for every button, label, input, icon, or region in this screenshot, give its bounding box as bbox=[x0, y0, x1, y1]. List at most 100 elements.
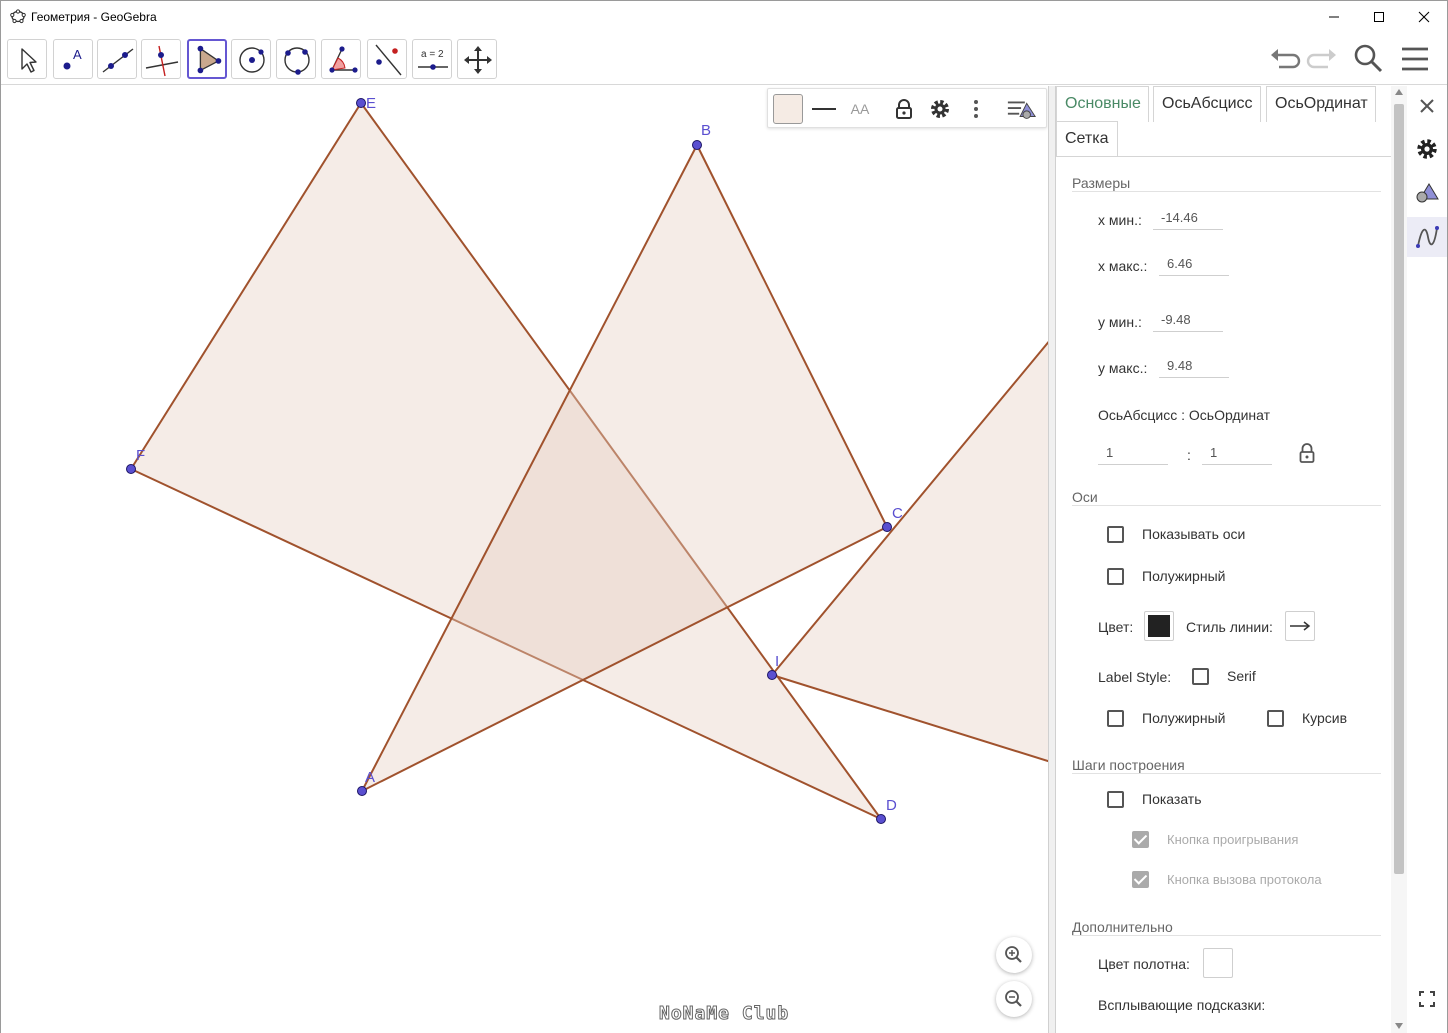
point-tool-button[interactable]: A bbox=[53, 39, 93, 79]
ymax-input[interactable]: 9.48 bbox=[1159, 354, 1229, 378]
close-properties-button[interactable] bbox=[1407, 86, 1447, 126]
label-bold-checkbox[interactable] bbox=[1107, 710, 1124, 727]
algebra-properties-button[interactable] bbox=[1407, 217, 1447, 257]
play-button-label: Кнопка проигрывания bbox=[1167, 832, 1299, 847]
point-label-D[interactable]: D bbox=[886, 797, 897, 814]
global-settings-button[interactable] bbox=[1407, 129, 1447, 169]
graphics-view-icon bbox=[1416, 183, 1439, 203]
perpendicular-tool-button[interactable] bbox=[141, 39, 181, 79]
xmax-input[interactable]: 6.46 bbox=[1159, 252, 1229, 276]
minimize-icon bbox=[1329, 16, 1339, 18]
italic-checkbox[interactable] bbox=[1267, 710, 1284, 727]
properties-scrollbar[interactable] bbox=[1391, 86, 1407, 1033]
fullscreen-icon bbox=[1419, 991, 1435, 1007]
graphics-properties-button[interactable] bbox=[1407, 173, 1447, 213]
tab-y-axis[interactable]: ОсьОрдинат bbox=[1266, 86, 1376, 122]
maximize-button[interactable] bbox=[1356, 1, 1402, 33]
point-A[interactable] bbox=[357, 786, 367, 796]
redo-button[interactable] bbox=[1304, 41, 1340, 77]
section-dimensions-title: Размеры bbox=[1072, 175, 1131, 191]
text-size-button[interactable]: AA bbox=[844, 93, 876, 125]
geogebra-window: Геометрия - GeoGebra A a = 2 E B F C I A… bbox=[0, 0, 1448, 1033]
point-label-I[interactable]: I bbox=[775, 653, 779, 670]
fullscreen-button[interactable] bbox=[1407, 979, 1447, 1019]
title-bar: Геометрия - GeoGebra bbox=[1, 1, 1447, 33]
zoom-out-button[interactable] bbox=[996, 981, 1032, 1017]
zoom-out-icon bbox=[1005, 990, 1022, 1007]
angle-tool-button[interactable] bbox=[321, 39, 361, 79]
graphics-settings-button[interactable] bbox=[924, 93, 956, 125]
xmin-label: x мин.: bbox=[1098, 212, 1142, 228]
minimize-button[interactable] bbox=[1311, 1, 1357, 33]
search-button[interactable] bbox=[1350, 41, 1386, 77]
line-tool-button[interactable] bbox=[97, 39, 137, 79]
redo-icon bbox=[1306, 49, 1336, 69]
serif-checkbox[interactable] bbox=[1192, 668, 1209, 685]
move-graphics-tool-button[interactable] bbox=[457, 39, 497, 79]
line-style-button[interactable] bbox=[808, 93, 840, 125]
point-label-E[interactable]: E bbox=[366, 95, 376, 112]
fill-color-button[interactable] bbox=[772, 93, 804, 125]
close-window-button[interactable] bbox=[1401, 1, 1447, 33]
show-construction-label: Показать bbox=[1142, 791, 1202, 807]
point-E[interactable] bbox=[356, 98, 366, 108]
show-construction-checkbox[interactable] bbox=[1107, 791, 1124, 808]
circle-tool-button[interactable] bbox=[231, 39, 271, 79]
fill-color-swatch bbox=[773, 94, 803, 124]
toggle-style-bar-button[interactable] bbox=[1006, 93, 1038, 125]
zoom-in-button[interactable] bbox=[996, 937, 1032, 973]
axes-color-button[interactable] bbox=[1144, 611, 1174, 641]
scrollbar-thumb[interactable] bbox=[1394, 104, 1404, 874]
angle-icon bbox=[329, 46, 358, 73]
move-tool-button[interactable] bbox=[7, 39, 47, 79]
xmin-input[interactable]: -14.46 bbox=[1153, 206, 1223, 230]
ratio-x-input[interactable]: 1 bbox=[1098, 441, 1168, 465]
point-B[interactable] bbox=[692, 140, 702, 150]
bg-color-button[interactable] bbox=[1203, 948, 1233, 978]
lock-button[interactable] bbox=[888, 93, 920, 125]
line-style-icon bbox=[812, 108, 836, 110]
point-label-F[interactable]: F bbox=[136, 447, 145, 464]
section-axes-title: Оси bbox=[1072, 489, 1098, 505]
point-D[interactable] bbox=[876, 814, 886, 824]
point-label-B[interactable]: B bbox=[701, 122, 711, 139]
polygons bbox=[130, 102, 1048, 820]
slider-tool-button[interactable]: a = 2 bbox=[412, 39, 452, 79]
scroll-up-icon[interactable] bbox=[1394, 88, 1404, 96]
point-F[interactable] bbox=[126, 464, 136, 474]
ratio-lock-icon[interactable] bbox=[1297, 442, 1317, 464]
undo-button[interactable] bbox=[1267, 41, 1303, 77]
graphics-view[interactable]: E B F C I A D AA NoNaMe Club bbox=[1, 86, 1048, 1033]
more-options-button[interactable] bbox=[960, 93, 992, 125]
circle-center-point-icon bbox=[239, 47, 265, 73]
ymin-input[interactable]: -9.48 bbox=[1153, 308, 1223, 332]
watermark: NoNaMe Club bbox=[658, 1003, 790, 1025]
point-I[interactable] bbox=[767, 670, 777, 680]
tab-grid[interactable]: Сетка bbox=[1056, 121, 1118, 157]
tab-x-axis[interactable]: ОсьАбсцисс bbox=[1153, 86, 1261, 122]
ratio-y-input[interactable]: 1 bbox=[1202, 441, 1272, 465]
point-C[interactable] bbox=[882, 522, 892, 532]
geometry-canvas[interactable]: E B F C I A D bbox=[1, 86, 1048, 1033]
tab-basic[interactable]: Основные bbox=[1056, 86, 1149, 122]
reflect-tool-button[interactable] bbox=[367, 39, 407, 79]
serif-label: Serif bbox=[1227, 668, 1256, 684]
move-arrow-icon bbox=[21, 48, 37, 73]
tooltips-label: Всплывающие подсказки: bbox=[1098, 997, 1266, 1013]
polygon-tool-button[interactable] bbox=[187, 39, 227, 79]
search-icon bbox=[1354, 44, 1383, 73]
point-label-C[interactable]: C bbox=[892, 505, 903, 522]
show-axes-checkbox[interactable] bbox=[1107, 526, 1124, 543]
text-size-icon: AA bbox=[850, 101, 870, 117]
circle-three-points-tool-button[interactable] bbox=[276, 39, 316, 79]
scroll-down-icon[interactable] bbox=[1394, 1022, 1404, 1030]
axes-line-style-button[interactable] bbox=[1285, 611, 1315, 641]
section-divider bbox=[1072, 191, 1381, 192]
view-divider[interactable] bbox=[1048, 86, 1056, 1033]
section-divider bbox=[1072, 505, 1381, 506]
axes-bold-checkbox[interactable] bbox=[1107, 568, 1124, 585]
main-menu-button[interactable] bbox=[1397, 41, 1433, 77]
point-label-A[interactable]: A bbox=[365, 769, 375, 786]
section-advanced-title: Дополнительно bbox=[1072, 919, 1173, 935]
arrow-line-icon bbox=[1290, 621, 1311, 631]
